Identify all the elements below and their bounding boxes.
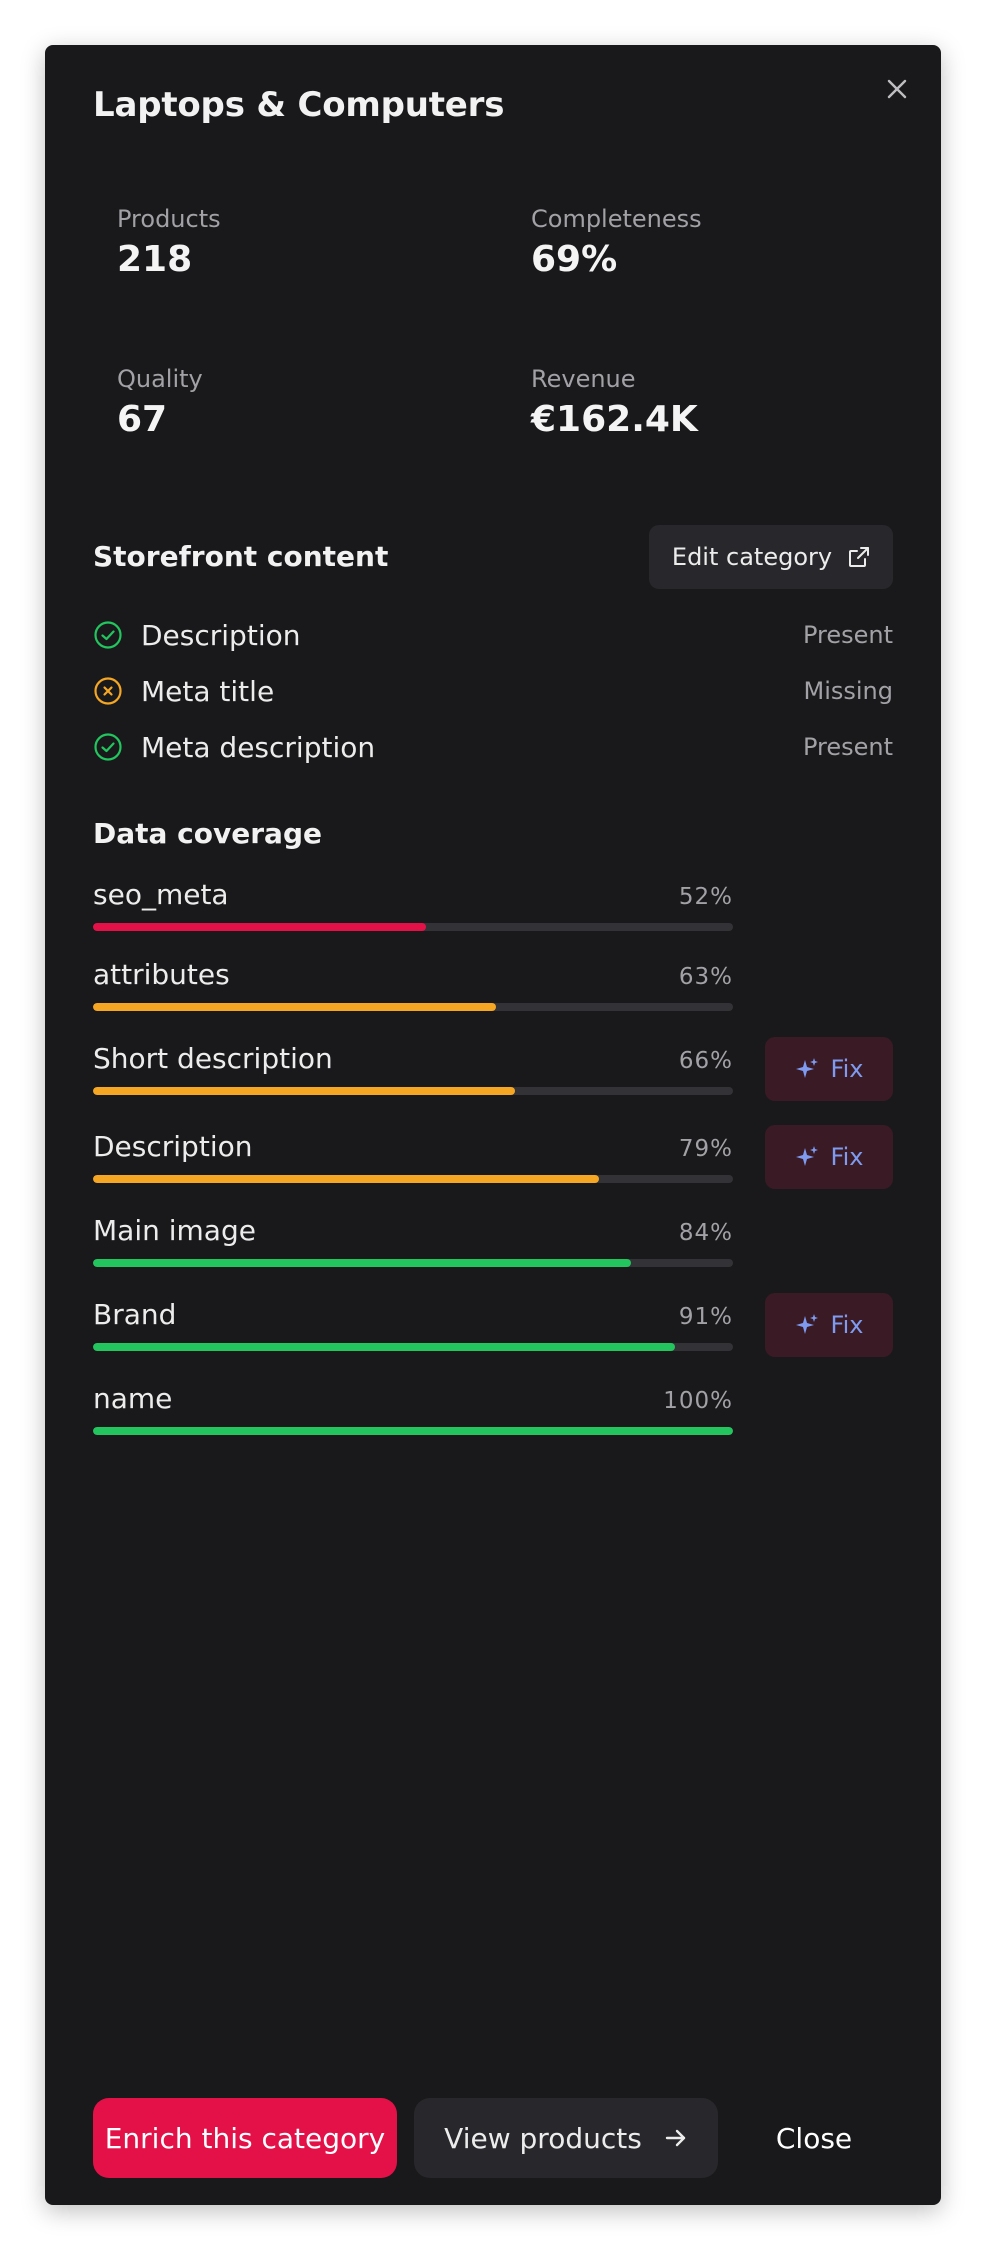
stat-value: €162.4K: [531, 399, 698, 440]
storefront-section-title: Storefront content: [93, 540, 389, 573]
coverage-fill: [93, 923, 426, 931]
check-circle-icon: [93, 620, 123, 650]
coverage-name: attributes: [93, 958, 230, 991]
coverage-name: seo_meta: [93, 878, 229, 911]
stat-value: 67: [117, 399, 168, 440]
coverage-percent: 52%: [678, 884, 733, 910]
coverage-row: Short description 66%: [93, 1042, 733, 1095]
coverage-percent: 66%: [678, 1048, 733, 1074]
storefront-row-meta-title: Meta title Missing: [93, 671, 893, 711]
coverage-track: [93, 1427, 733, 1435]
coverage-section-title: Data coverage: [93, 817, 322, 850]
storefront-item-state: Present: [802, 733, 893, 761]
coverage-name: Short description: [93, 1042, 333, 1075]
fix-label: Fix: [830, 1311, 864, 1339]
view-products-label: View products: [444, 2121, 642, 2155]
coverage-row: Description 79%: [93, 1130, 733, 1183]
coverage-row: Main image 84%: [93, 1214, 733, 1267]
close-icon[interactable]: [881, 73, 913, 105]
coverage-row: Brand 91%: [93, 1298, 733, 1351]
coverage-percent: 91%: [678, 1304, 733, 1330]
coverage-row: seo_meta 52%: [93, 878, 733, 931]
coverage-percent: 84%: [678, 1220, 733, 1246]
enrich-category-button[interactable]: Enrich this category: [93, 2098, 397, 2178]
coverage-name: Description: [93, 1130, 253, 1163]
stat-completeness: Completeness 69%: [531, 205, 702, 280]
x-circle-icon: [93, 676, 123, 706]
coverage-fill: [93, 1427, 733, 1435]
category-detail-dialog: Laptops & Computers Products 218 Complet…: [45, 45, 941, 2205]
fix-label: Fix: [830, 1143, 864, 1171]
coverage-row: attributes 63%: [93, 958, 733, 1011]
coverage-track: [93, 1087, 733, 1095]
coverage-track: [93, 1003, 733, 1011]
coverage-name: name: [93, 1382, 173, 1415]
close-button[interactable]: Close: [735, 2098, 893, 2178]
storefront-row-meta-description: Meta description Present: [93, 727, 893, 767]
coverage-name: Main image: [93, 1214, 256, 1247]
storefront-item-state: Missing: [803, 677, 894, 705]
enrich-category-label: Enrich this category: [104, 2121, 386, 2155]
coverage-track: [93, 1175, 733, 1183]
check-circle-icon: [93, 732, 123, 762]
view-products-button[interactable]: View products: [414, 2098, 718, 2178]
coverage-percent: 63%: [678, 964, 733, 990]
fix-description-button[interactable]: Fix: [765, 1125, 893, 1189]
arrow-right-icon: [664, 2126, 688, 2150]
fix-brand-button[interactable]: Fix: [765, 1293, 893, 1357]
storefront-row-description: Description Present: [93, 615, 893, 655]
edit-category-button[interactable]: Edit category: [649, 525, 893, 589]
sparkles-icon: [795, 1145, 819, 1169]
coverage-percent: 79%: [678, 1136, 733, 1162]
stat-quality: Quality 67: [117, 365, 203, 440]
dialog-title: Laptops & Computers: [93, 85, 505, 125]
coverage-name: Brand: [93, 1298, 177, 1331]
storefront-item-name: Meta title: [141, 674, 275, 708]
coverage-fill: [93, 1175, 599, 1183]
coverage-track: [93, 923, 733, 931]
storefront-item-name: Description: [141, 618, 301, 652]
stat-value: 69%: [531, 239, 618, 280]
fix-label: Fix: [830, 1055, 864, 1083]
sparkles-icon: [795, 1313, 819, 1337]
stat-revenue: Revenue €162.4K: [531, 365, 698, 440]
close-label: Close: [775, 2121, 853, 2155]
coverage-fill: [93, 1003, 497, 1011]
storefront-item-state: Present: [802, 621, 893, 649]
coverage-track: [93, 1259, 733, 1267]
edit-category-label: Edit category: [671, 543, 833, 571]
external-link-icon: [848, 546, 870, 568]
stat-products: Products 218: [117, 205, 221, 280]
stat-label: Completeness: [531, 205, 702, 233]
sparkles-icon: [795, 1057, 819, 1081]
fix-short-description-button[interactable]: Fix: [765, 1037, 893, 1101]
coverage-track: [93, 1343, 733, 1351]
stat-label: Products: [117, 205, 221, 233]
storefront-item-name: Meta description: [141, 730, 376, 764]
coverage-row: name 100%: [93, 1382, 733, 1435]
stat-value: 218: [117, 239, 193, 280]
stat-label: Quality: [117, 365, 203, 393]
coverage-percent: 100%: [663, 1388, 733, 1414]
coverage-fill: [93, 1259, 631, 1267]
stat-label: Revenue: [531, 365, 636, 393]
coverage-fill: [93, 1087, 516, 1095]
coverage-fill: [93, 1343, 676, 1351]
